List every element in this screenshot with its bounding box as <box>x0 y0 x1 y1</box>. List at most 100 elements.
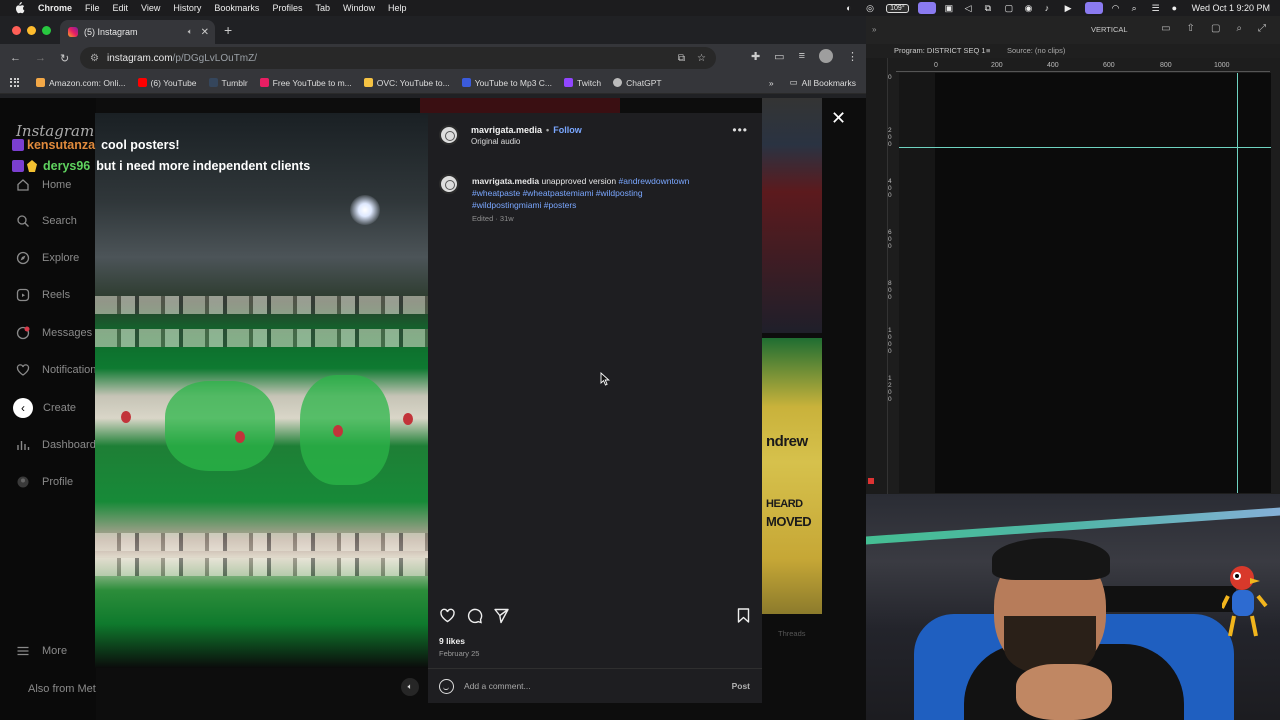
menu-edit[interactable]: Edit <box>113 3 129 13</box>
comment-icon[interactable] <box>466 607 483 624</box>
menu-app-name[interactable]: Chrome <box>38 3 72 13</box>
new-tab-button[interactable]: + <box>224 22 232 38</box>
menu-tab[interactable]: Tab <box>315 3 330 13</box>
sidebar-item-messages[interactable]: Messages <box>16 326 92 340</box>
caption-author-avatar[interactable] <box>439 174 459 194</box>
status-icon[interactable]: ◁ <box>965 3 976 13</box>
tab-program-monitor[interactable]: Program: DISTRICT SEQ 1 <box>894 46 986 55</box>
status-icon[interactable]: ▢ <box>1005 3 1016 13</box>
minimize-window-button[interactable] <box>27 26 36 35</box>
extensions-icon[interactable]: ✚ <box>751 50 760 63</box>
apps-grid-icon[interactable] <box>10 77 20 88</box>
caption-username[interactable]: mavrigata.media <box>472 176 539 186</box>
tab-source-monitor[interactable]: Source: (no clips) <box>1007 46 1065 55</box>
menu-profiles[interactable]: Profiles <box>272 3 302 13</box>
battery-indicator[interactable]: 109° <box>886 3 909 13</box>
guide-line-vertical[interactable] <box>1237 73 1238 493</box>
back-icon[interactable]: ← <box>10 52 21 65</box>
control-center-icon[interactable]: ☰ <box>1152 3 1163 13</box>
guide-line-horizontal[interactable] <box>899 147 1271 148</box>
status-icon[interactable]: ▣ <box>945 3 956 13</box>
hashtag-link[interactable]: #wildpostingmiami #posters <box>472 200 576 210</box>
sidebar-item-explore[interactable]: Explore <box>16 251 79 265</box>
bookmark-chatgpt[interactable]: ChatGPT <box>613 78 662 88</box>
panel-expand-icon[interactable]: » <box>872 25 876 34</box>
status-icon[interactable]: ⧉ <box>985 3 996 13</box>
sidebar-item-profile[interactable]: Profile <box>16 475 73 489</box>
wifi-icon[interactable]: ◠ <box>1112 3 1123 13</box>
like-heart-icon[interactable] <box>439 607 456 624</box>
post-author-avatar[interactable] <box>439 125 459 145</box>
comment-icon[interactable]: ▢ <box>1211 23 1220 34</box>
address-bar[interactable]: ⚙ instagram.com/p/DGgLvLOuTmZ/ ⧉ ☆ <box>80 47 716 69</box>
install-app-icon[interactable]: ⧉ <box>678 53 685 64</box>
siri-icon[interactable]: ● <box>1172 3 1183 13</box>
save-bookmark-icon[interactable] <box>735 607 752 624</box>
sidebar-item-search[interactable]: Search <box>16 214 77 228</box>
bookmark-twitch[interactable]: Twitch <box>564 78 601 88</box>
sidebar-item-also-from-meta[interactable]: Also from Meta <box>16 682 96 696</box>
bookmark-amazon[interactable]: Amazon.com: Onli... <box>36 78 126 88</box>
sidebar-item-dashboard[interactable]: Dashboard <box>16 438 96 452</box>
bookmark-free-youtube[interactable]: Free YouTube to m... <box>259 78 352 88</box>
play-icon[interactable]: ▶ <box>1065 3 1076 13</box>
sidebar-item-more[interactable]: More <box>16 644 67 658</box>
menu-file[interactable]: File <box>85 3 100 13</box>
emoji-icon[interactable] <box>439 678 454 694</box>
sidebar-item-create[interactable]: ‹ Create <box>13 398 76 418</box>
stage-manager-icon[interactable] <box>1084 2 1103 14</box>
chevron-left-icon[interactable]: ‹ <box>13 398 33 418</box>
search-icon[interactable]: ⌕ <box>1236 23 1242 34</box>
forward-icon[interactable]: → <box>35 52 46 65</box>
reel-video[interactable] <box>95 113 428 668</box>
more-options-icon[interactable]: ••• <box>732 123 748 137</box>
status-icon[interactable]: ♪ <box>1045 3 1056 13</box>
bookmark-tumblr[interactable]: Tumblr <box>208 78 248 88</box>
menu-history[interactable]: History <box>173 3 201 13</box>
reload-icon[interactable]: ↻ <box>60 52 69 65</box>
sidebar-item-notifications[interactable]: Notifications <box>16 363 102 377</box>
all-bookmarks-folder[interactable]: ▭ All Bookmarks <box>790 77 856 88</box>
screen-record-icon[interactable] <box>917 2 936 14</box>
tab-audio-icon[interactable]: 🔈︎ <box>188 27 193 37</box>
airdrop-icon[interactable]: ◉ <box>1025 3 1036 13</box>
sidebar-item-home[interactable]: Home <box>16 178 71 192</box>
close-modal-icon[interactable]: ✕ <box>831 108 846 129</box>
hashtag-link[interactable]: #wheatpaste #wheatpastemiami #wildpostin… <box>472 188 643 198</box>
post-comment-button[interactable]: Post <box>732 681 750 691</box>
hashtag-link[interactable]: #andrewdowntown <box>619 176 690 186</box>
panel-icon[interactable]: ▭ <box>1161 23 1170 34</box>
original-audio-link[interactable]: Original audio <box>471 137 520 146</box>
site-info-icon[interactable]: ⚙ <box>90 53 99 64</box>
bookmark-youtube-mp3[interactable]: YouTube to Mp3 C... <box>461 78 552 88</box>
footer-link-threads[interactable]: Threads <box>778 629 806 638</box>
menu-bookmarks[interactable]: Bookmarks <box>214 3 259 13</box>
bookmark-youtube[interactable]: (6) YouTube <box>137 78 197 88</box>
program-canvas[interactable] <box>899 73 1271 493</box>
tab-menu-icon[interactable]: ≡ <box>986 46 990 55</box>
apple-icon[interactable] <box>12 2 26 14</box>
menubar-clock[interactable]: Wed Oct 1 9:20 PM <box>1192 3 1270 13</box>
post-username[interactable]: mavrigata.media <box>471 125 542 135</box>
menu-window[interactable]: Window <box>343 3 375 13</box>
chrome-menu-icon[interactable]: ⋮ <box>847 50 858 63</box>
follow-button[interactable]: Follow <box>553 125 582 135</box>
vertical-workspace-label[interactable]: VERTICAL <box>1091 25 1128 34</box>
export-icon[interactable]: ⇧ <box>1187 23 1195 34</box>
media-icon[interactable]: ▭ <box>774 50 784 63</box>
search-icon[interactable]: ⌕ <box>1132 3 1143 13</box>
bookmark-star-icon[interactable]: ☆ <box>697 53 706 64</box>
reading-list-icon[interactable]: ≡ <box>799 50 805 62</box>
zoom-window-button[interactable] <box>42 26 51 35</box>
close-window-button[interactable] <box>12 26 21 35</box>
comment-input[interactable]: Add a comment... <box>464 681 531 691</box>
fullscreen-icon[interactable]: ⤢ <box>1258 23 1266 34</box>
tab-instagram[interactable]: (5) Instagram 🔈︎ ✕ <box>60 20 215 44</box>
status-icon[interactable]: ◎ <box>866 3 877 13</box>
menu-help[interactable]: Help <box>388 3 407 13</box>
menu-view[interactable]: View <box>141 3 160 13</box>
close-tab-icon[interactable]: ✕ <box>201 27 209 38</box>
share-icon[interactable] <box>493 607 510 624</box>
profile-avatar-icon[interactable] <box>819 49 833 63</box>
sidebar-item-reels[interactable]: Reels <box>16 288 70 302</box>
